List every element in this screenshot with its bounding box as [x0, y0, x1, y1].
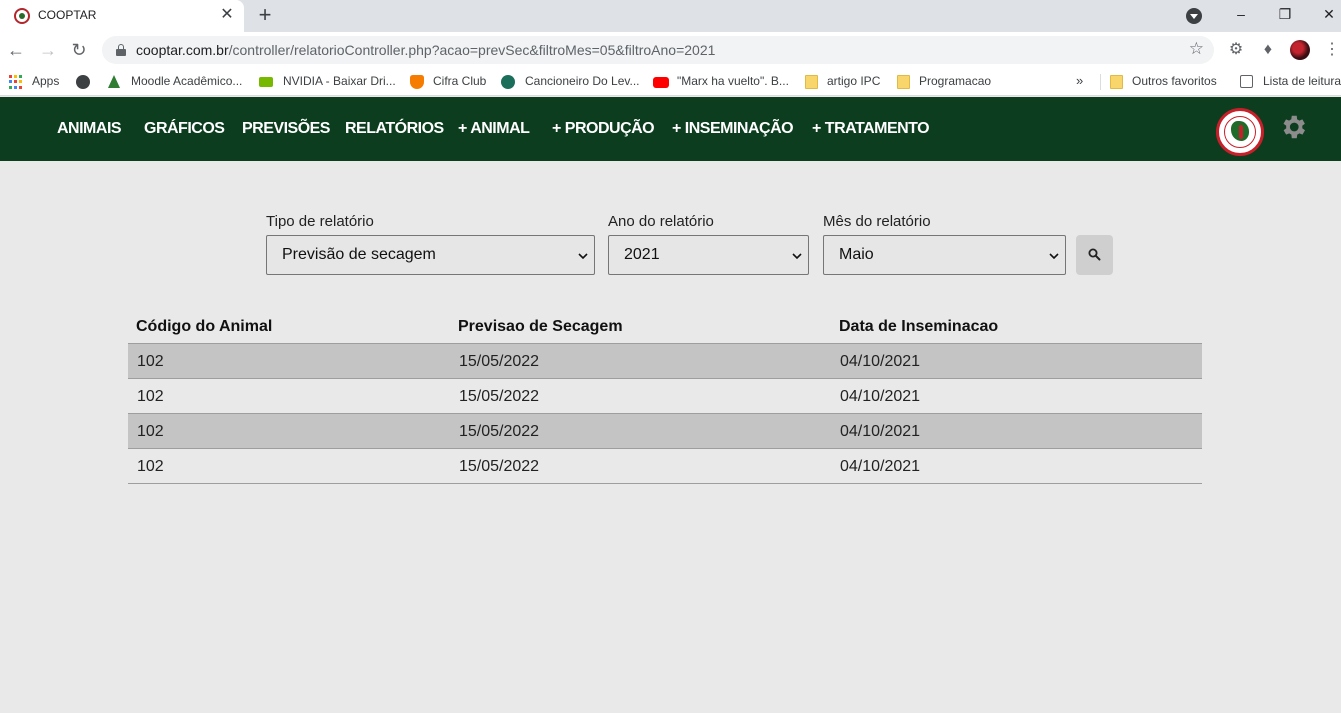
bookmarks-bar: Apps Moodle Acadêmico... NVIDIA - Baixar… [0, 68, 1341, 96]
forward-icon[interactable]: → [36, 38, 60, 62]
folder-icon [1110, 75, 1123, 89]
mes-relatorio-value: Maio [839, 246, 874, 263]
back-icon[interactable]: ← [4, 38, 28, 62]
bookmarks-overflow-icon[interactable]: » [1076, 73, 1083, 88]
apps-grid-icon [9, 75, 23, 89]
nav-add-inseminacao[interactable]: + INSEMINAÇÃO [672, 120, 794, 138]
close-window-icon[interactable]: ✕ [1314, 2, 1341, 26]
cell-inseminacao: 04/10/2021 [840, 388, 921, 405]
table-header: Código do Animal Previsao de Secagem Dat… [128, 309, 1202, 344]
tipo-relatorio-select[interactable]: Previsão de secagem [266, 235, 595, 275]
tipo-relatorio-label: Tipo de relatório [266, 213, 374, 230]
app-navbar: ANIMAIS GRÁFICOS PREVISÕES RELATÓRIOS + … [0, 97, 1341, 161]
folder-icon [805, 75, 818, 89]
search-icon [1088, 248, 1101, 261]
relatorio-table: Código do Animal Previsao de Secagem Dat… [128, 309, 1202, 484]
table-row: 102 15/05/2022 04/10/2021 [128, 379, 1202, 414]
mes-relatorio-select[interactable]: Maio [823, 235, 1066, 275]
cell-codigo: 102 [137, 353, 164, 370]
folder-icon [897, 75, 910, 89]
gear-icon[interactable] [1278, 112, 1308, 142]
nvidia-icon [259, 77, 273, 87]
cell-inseminacao: 04/10/2021 [840, 458, 921, 475]
table-row: 102 15/05/2022 04/10/2021 [128, 449, 1202, 484]
nav-add-tratamento[interactable]: + TRATAMENTO [812, 120, 930, 138]
cell-previsao: 15/05/2022 [459, 353, 540, 370]
cell-codigo: 102 [137, 458, 164, 475]
bookmark-artigo-ipc[interactable]: artigo IPC [827, 74, 880, 88]
menu-dots-icon[interactable]: ⋮ [1324, 38, 1340, 62]
tab-title: COOPTAR [38, 8, 97, 22]
table-row: 102 15/05/2022 04/10/2021 [128, 414, 1202, 449]
new-tab-icon[interactable]: + [254, 3, 276, 27]
cell-previsao: 15/05/2022 [459, 423, 540, 440]
cell-previsao: 15/05/2022 [459, 458, 540, 475]
cell-previsao: 15/05/2022 [459, 388, 540, 405]
nav-add-producao[interactable]: + PRODUÇÃO [552, 120, 655, 138]
profile-avatar[interactable] [1290, 40, 1310, 60]
bookmark-cancioneiro[interactable]: Cancioneiro Do Lev... [525, 74, 640, 88]
tab-search-icon[interactable] [1186, 8, 1202, 24]
header-inseminacao: Data de Inseminacao [839, 318, 999, 335]
header-previsao: Previsao de Secagem [458, 318, 623, 335]
bookmark-programacao[interactable]: Programacao [919, 74, 991, 88]
cell-inseminacao: 04/10/2021 [840, 423, 921, 440]
cell-codigo: 102 [137, 388, 164, 405]
nav-add-animal[interactable]: + ANIMAL [458, 120, 530, 138]
moodle-icon [108, 75, 120, 88]
cifraclub-icon [410, 75, 424, 89]
reload-icon[interactable]: ↻ [67, 38, 91, 62]
cancioneiro-icon [501, 75, 515, 89]
url-text: cooptar.com.br/controller/relatorioContr… [136, 42, 716, 58]
bookmark-marx[interactable]: "Marx ha vuelto". B... [677, 74, 789, 88]
close-tab-icon[interactable]: ✕ [218, 5, 236, 25]
mst-logo[interactable] [1216, 108, 1264, 156]
globe-icon[interactable] [76, 75, 90, 89]
ano-relatorio-select[interactable]: 2021 [608, 235, 809, 275]
puzzle-icon[interactable]: ♦ [1256, 38, 1280, 62]
mes-relatorio-label: Mês do relatório [823, 213, 931, 230]
minimize-icon[interactable]: – [1226, 2, 1256, 26]
lock-icon [116, 44, 126, 56]
nav-graficos[interactable]: GRÁFICOS [144, 120, 225, 138]
bookmark-outros-favoritos[interactable]: Outros favoritos [1132, 74, 1217, 88]
nav-relatorios[interactable]: RELATÓRIOS [345, 120, 444, 138]
chevron-down-icon [578, 253, 588, 260]
chevron-down-icon [1049, 253, 1059, 260]
table-row: 102 15/05/2022 04/10/2021 [128, 344, 1202, 379]
restore-icon[interactable]: ❐ [1270, 2, 1300, 26]
bookmark-cifraclub[interactable]: Cifra Club [433, 74, 486, 88]
youtube-icon [653, 77, 669, 88]
nav-previsoes[interactable]: PREVISÕES [242, 120, 330, 138]
nav-animais[interactable]: ANIMAIS [57, 120, 122, 138]
bookmarks-divider [1100, 74, 1101, 90]
reading-list[interactable]: Lista de leitura [1263, 74, 1341, 88]
cooptar-favicon-icon [14, 8, 30, 24]
tipo-relatorio-value: Previsão de secagem [282, 246, 436, 263]
ano-relatorio-value: 2021 [624, 246, 660, 263]
bookmark-apps[interactable]: Apps [32, 74, 59, 88]
header-codigo: Código do Animal [136, 318, 273, 335]
browser-toolbar: ← → ↻ cooptar.com.br/controller/relatori… [0, 32, 1341, 68]
bookmark-nvidia[interactable]: NVIDIA - Baixar Dri... [283, 74, 396, 88]
bookmark-moodle[interactable]: Moodle Acadêmico... [131, 74, 242, 88]
cell-codigo: 102 [137, 423, 164, 440]
extension-gear-icon[interactable]: ⚙ [1224, 38, 1248, 62]
chevron-down-icon [792, 253, 802, 260]
browser-tab[interactable]: COOPTAR ✕ [0, 0, 244, 32]
ano-relatorio-label: Ano do relatório [608, 213, 714, 230]
search-button[interactable] [1076, 235, 1113, 275]
cell-inseminacao: 04/10/2021 [840, 353, 921, 370]
browser-tabstrip: COOPTAR ✕ + – ❐ ✕ [0, 0, 1341, 32]
reading-list-icon [1240, 75, 1253, 88]
address-bar[interactable]: cooptar.com.br/controller/relatorioContr… [102, 36, 1214, 64]
bookmark-star-icon[interactable]: ☆ [1189, 39, 1204, 59]
